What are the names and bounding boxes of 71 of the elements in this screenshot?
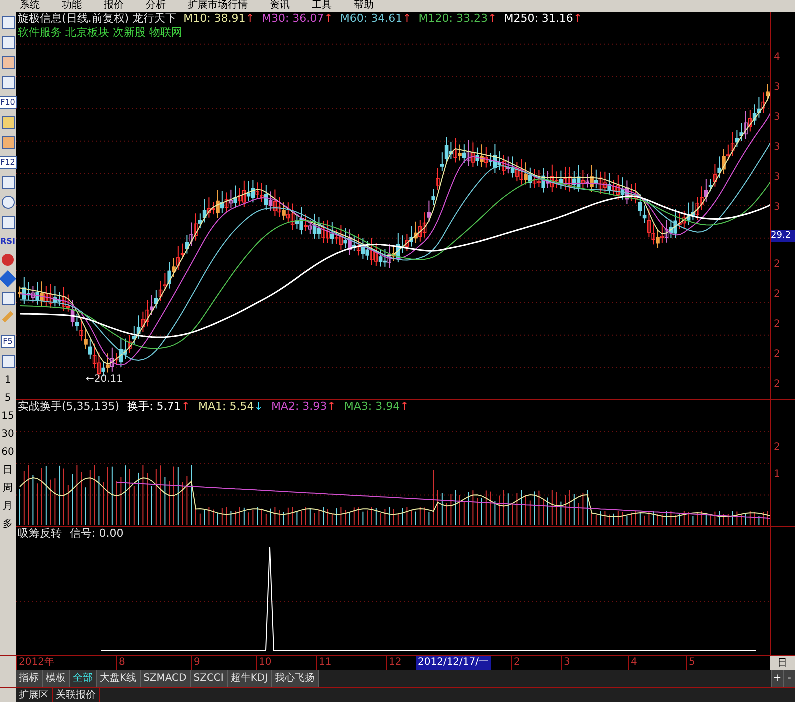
ma-value: M10: 38.91 — [184, 12, 246, 26]
pane-title: 实战换手(5,35,135) — [18, 400, 120, 414]
indicator-tab[interactable]: 我心飞扬 — [272, 670, 320, 687]
indicator-value: 换手: 5.71 — [128, 400, 182, 414]
toolbar-button[interactable]: F12 — [0, 156, 18, 169]
period-button[interactable]: 1 — [4, 375, 12, 386]
period-button[interactable]: 60 — [2, 447, 14, 458]
indicator-tab[interactable]: 超牛KDJ — [228, 670, 272, 687]
period-button[interactable]: 月 — [3, 501, 13, 512]
trend-arrow: ↑ — [573, 12, 583, 26]
axis-label: 2 — [773, 318, 782, 332]
trend-arrow: ↑ — [181, 400, 190, 414]
trend-arrow: ↑ — [246, 12, 255, 26]
axis-label: 3 — [773, 170, 782, 184]
indicator-tab[interactable]: 大盘K线 — [97, 670, 141, 687]
axis-label: 2 — [773, 288, 782, 302]
axis-label: 3 — [773, 110, 782, 124]
concept-tags: 软件服务 北京板块 次新股 物联网 — [16, 26, 182, 40]
period-button[interactable]: 多 — [3, 519, 13, 530]
indicator-tab[interactable]: SZMACD — [140, 670, 191, 687]
indicator-tab[interactable]: 模板 — [43, 670, 70, 687]
date-cursor-label: 2012/12/17/一 — [416, 656, 492, 670]
period-button[interactable]: 30 — [2, 429, 14, 440]
period-button[interactable]: 日 — [770, 656, 795, 670]
menu-item[interactable]: 报价 — [104, 0, 124, 12]
menu-item[interactable]: 分析 — [146, 0, 166, 12]
trend-arrow: ↑ — [327, 400, 336, 414]
axis-label: 2 — [773, 441, 782, 455]
trend-arrow: ↑ — [324, 12, 334, 26]
pane-title: 旋极信息(日线.前复权) 龙行天下 — [18, 12, 177, 26]
menu-item[interactable]: 功能 — [62, 0, 82, 12]
toolbar-button[interactable]: F5 — [1, 335, 15, 348]
axis-label: 3 — [773, 80, 782, 94]
panel-tab[interactable]: 扩展区 — [16, 688, 53, 702]
menu-item[interactable]: 资讯 — [270, 0, 290, 12]
axis-label: 4 — [773, 50, 782, 64]
indicator-value: 信号: 0.00 — [70, 527, 124, 541]
indicator-tab[interactable]: SZCCI — [190, 670, 228, 687]
indicator-value: MA1: 5.54 — [198, 400, 254, 414]
ma-value: M250: 31.16 — [504, 12, 574, 26]
menu-item[interactable]: 帮助 — [354, 0, 374, 12]
period-button[interactable]: 5 — [4, 393, 12, 404]
toolbar-button[interactable]: RSI — [0, 236, 16, 247]
axis-label: 2 — [773, 258, 782, 272]
ma-value: M30: 36.07 — [262, 12, 324, 26]
axis-label: 2 — [773, 378, 782, 392]
indicator-tab[interactable]: 全部 — [70, 670, 97, 687]
trend-arrow: ↑ — [402, 12, 412, 26]
tab-scroll-button[interactable]: - — [783, 670, 795, 687]
panel-tab[interactable]: 关联报价 — [53, 688, 100, 702]
indicator-value: MA2: 3.93 — [271, 400, 328, 414]
axis-label: 1 — [773, 468, 782, 482]
indicator-value: MA3: 3.94 — [344, 400, 400, 414]
axis-label: 2 — [773, 348, 782, 362]
period-button[interactable]: 周 — [3, 483, 13, 494]
ma-value: M120: 33.23 — [418, 12, 488, 26]
period-button[interactable]: 日 — [3, 465, 13, 476]
toolbar-button[interactable]: F10 — [0, 96, 18, 109]
indicator-tab[interactable]: 指标 — [16, 670, 43, 687]
pane-title: 吸筹反转 — [18, 527, 62, 541]
trend-arrow: ↓ — [254, 400, 264, 414]
tab-scroll-button[interactable]: + — [771, 670, 783, 687]
low-price-marker: ←20.11 — [86, 373, 124, 387]
trend-arrow: ↑ — [400, 400, 410, 414]
axis-label: 3 — [773, 200, 782, 214]
trend-arrow: ↑ — [488, 12, 498, 26]
ma-value: M60: 34.61 — [340, 12, 403, 26]
price-cursor-label: 29.2 — [771, 230, 795, 242]
axis-label: 3 — [773, 140, 782, 154]
period-button[interactable]: 15 — [2, 411, 14, 422]
menu-item[interactable]: 工具 — [312, 0, 332, 12]
